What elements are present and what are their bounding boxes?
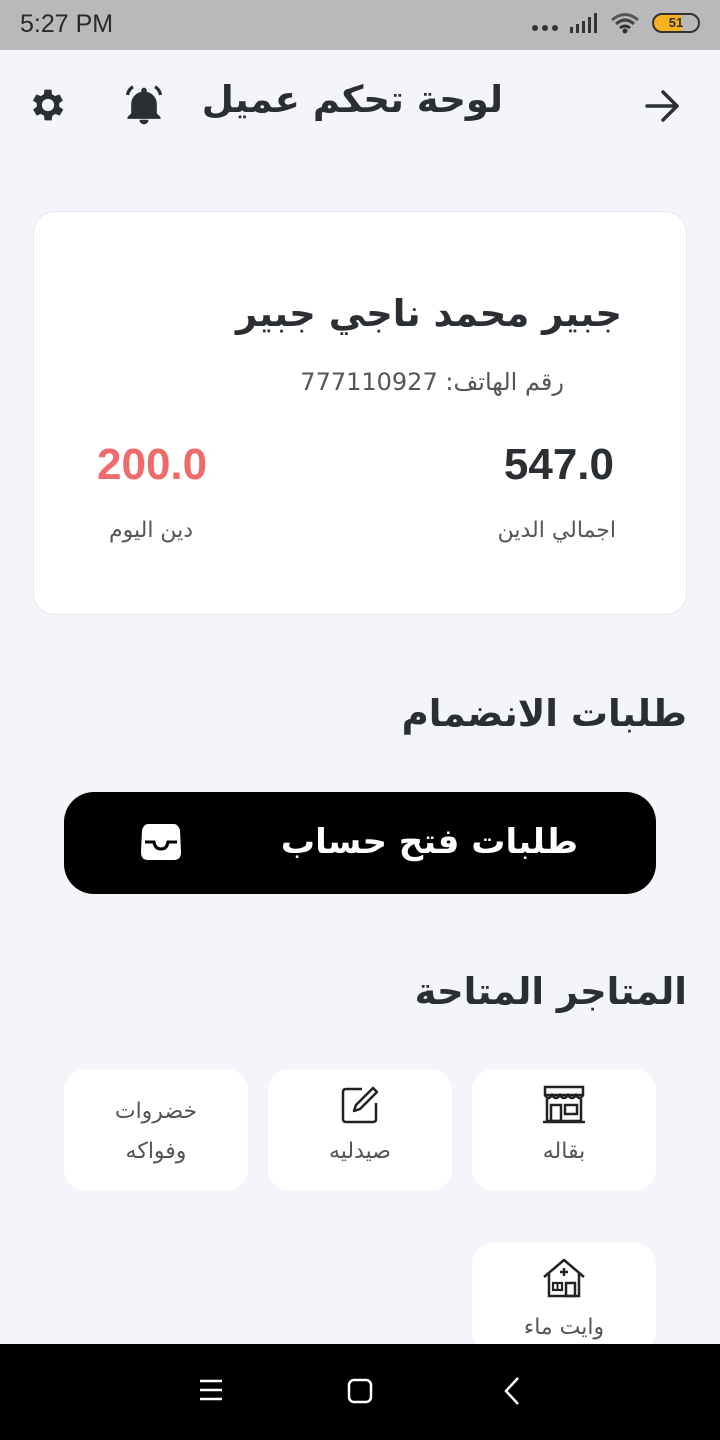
- customer-card: جبير محمد ناجي جبير رقم الهاتف: 77711092…: [33, 211, 687, 615]
- customer-phone: رقم الهاتف: 777110927: [300, 368, 564, 396]
- customer-name: جبير محمد ناجي جبير: [235, 292, 622, 335]
- status-icons: 51: [532, 12, 700, 34]
- today-debt-value: 200.0: [97, 440, 208, 489]
- store-icon: [543, 1085, 585, 1124]
- back-chevron-icon[interactable]: [502, 1376, 522, 1406]
- inbox-icon: [141, 824, 181, 860]
- edit-icon: [341, 1086, 379, 1124]
- signal-icon: [570, 13, 597, 33]
- status-time: 5:27 PM: [20, 10, 114, 38]
- store-label-pharmacy: صيدليه: [328, 1139, 391, 1164]
- more-dots-icon: [532, 15, 558, 31]
- today-debt-label: دين اليوم: [109, 518, 194, 543]
- store-label-vegetables-line2: وفواكه: [125, 1139, 187, 1164]
- navigation-bar: [0, 1344, 720, 1440]
- store-tile-vegetables[interactable]: خضروات وفواكه: [64, 1069, 248, 1191]
- store-label-vegetables-line1: خضروات: [114, 1099, 198, 1124]
- arrow-right-icon[interactable]: [644, 88, 682, 124]
- battery-icon: 51: [652, 13, 700, 33]
- house-icon: [543, 1258, 585, 1298]
- status-bar: 5:27 PM 51: [0, 0, 720, 50]
- menu-icon[interactable]: [199, 1376, 223, 1404]
- store-label-grocery: بقاله: [542, 1139, 586, 1164]
- stores-title: المتاجر المتاحة: [414, 970, 687, 1013]
- total-debt-label: اجمالي الدين: [497, 518, 616, 543]
- open-account-requests-button[interactable]: طلبات فتح حساب: [64, 792, 656, 894]
- wifi-icon: [611, 13, 639, 34]
- store-tile-pharmacy[interactable]: صيدليه: [268, 1069, 452, 1191]
- gear-icon[interactable]: [27, 84, 69, 126]
- store-tile-water[interactable]: وايت ماء: [472, 1243, 656, 1353]
- top-bar: لوحة تحكم عميل: [0, 50, 720, 160]
- home-square-icon[interactable]: [347, 1378, 373, 1404]
- total-debt-value: 547.0: [503, 440, 614, 489]
- store-label-water: وايت ماء: [523, 1315, 605, 1340]
- bell-icon[interactable]: [122, 84, 166, 128]
- page-title: لوحة تحكم عميل: [201, 78, 503, 121]
- join-requests-title: طلبات الانضمام: [401, 692, 687, 735]
- open-account-requests-label: طلبات فتح حساب: [280, 822, 578, 862]
- store-tile-grocery[interactable]: بقاله: [472, 1069, 656, 1191]
